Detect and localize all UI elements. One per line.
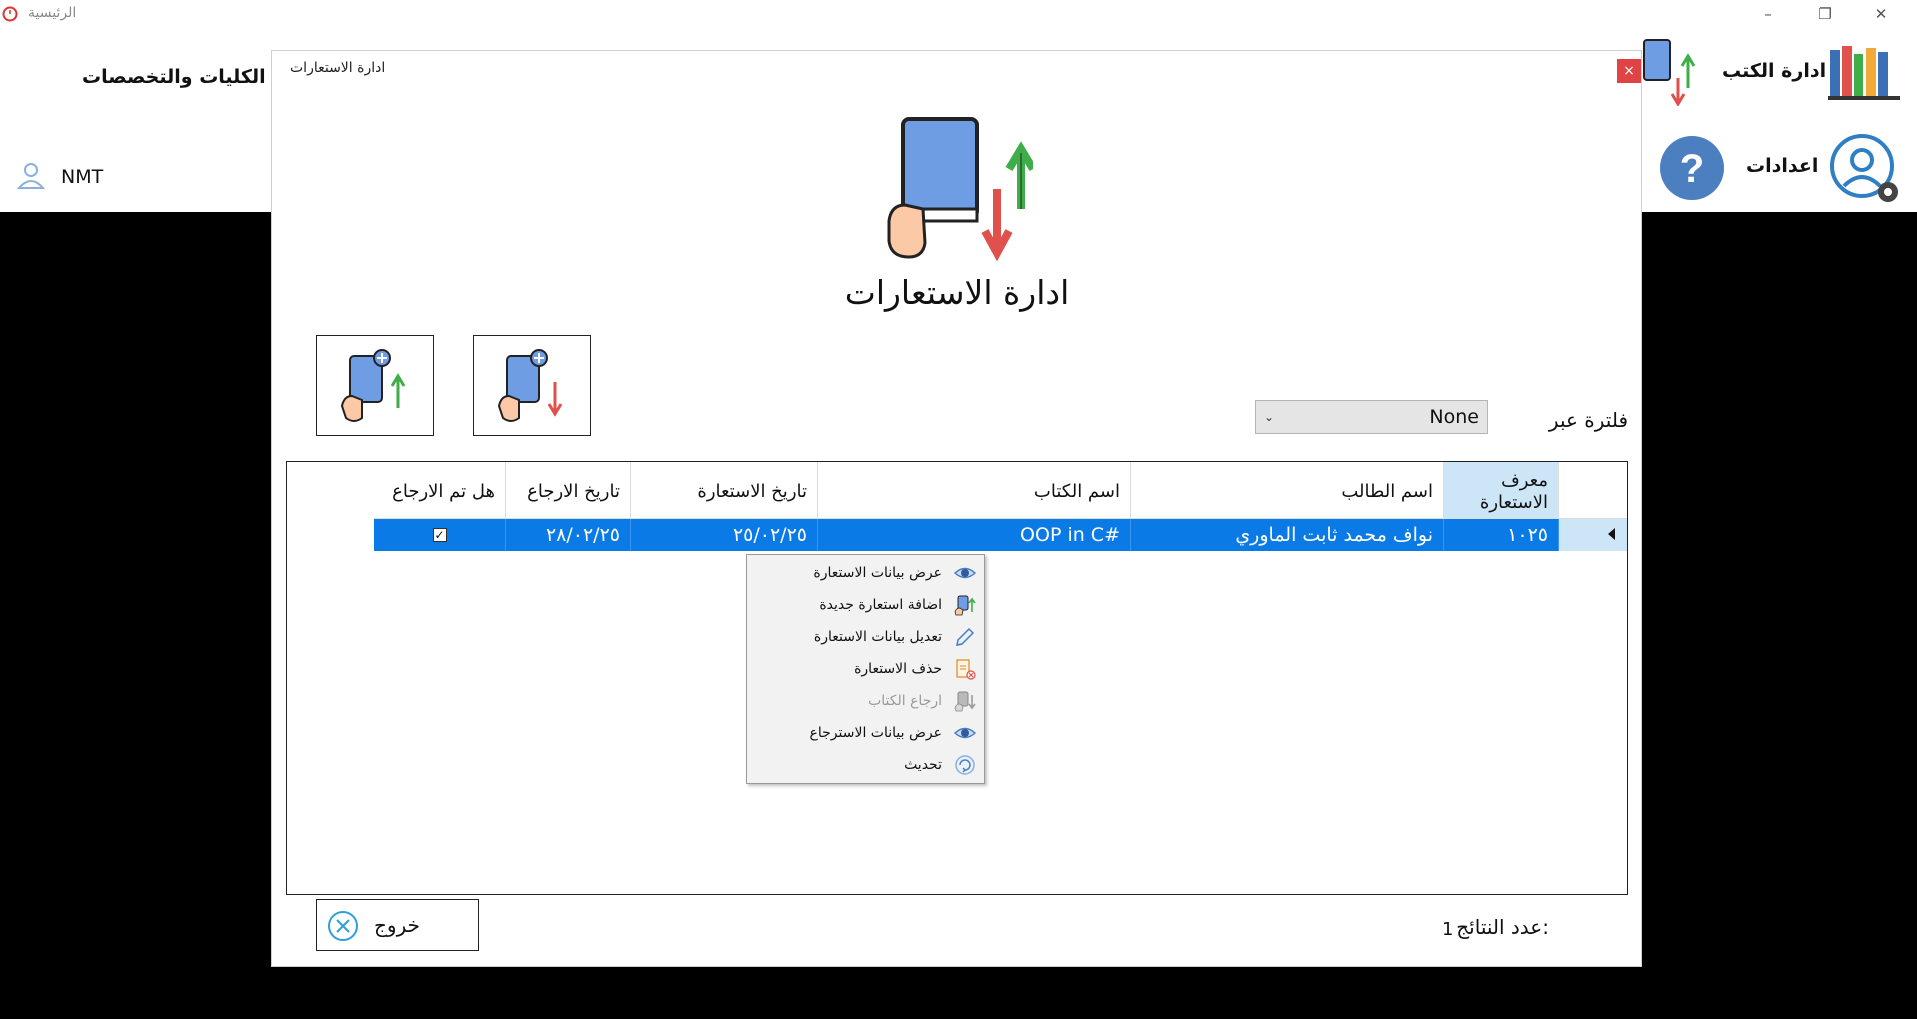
column-header-return-date[interactable]: تاريخ الارجاع	[506, 462, 631, 518]
menu-label: تحديث	[904, 757, 942, 773]
menu-view-borrowing[interactable]: عرض بيانات الاستعارة	[747, 557, 984, 589]
chevron-down-icon: ⌄	[1264, 410, 1275, 424]
column-header-id[interactable]: معرف الاستعارة	[1444, 462, 1559, 518]
cell-book-text: OOP in C#	[1020, 524, 1120, 546]
borrowings-hero-icon	[887, 117, 1033, 262]
svg-text:?: ?	[1680, 147, 1704, 191]
restore-button[interactable]: ❐	[1801, 0, 1849, 28]
cell-student[interactable]: نواف محمد ثابت الماوري	[1131, 519, 1444, 551]
settings-user-icon[interactable]	[1828, 132, 1904, 208]
menu-label: عرض بيانات الاسترجاع	[809, 725, 942, 741]
menu-label: ارجاع الكتاب	[868, 693, 942, 709]
menu-label: اضافة استعارة جديدة	[819, 597, 942, 613]
menu-edit-borrowing[interactable]: تعديل بيانات الاستعارة	[747, 621, 984, 653]
colleges-management-label[interactable]: رة الكليات والتخصصات	[82, 66, 294, 88]
column-header-returned[interactable]: هل تم الارجاع	[374, 462, 506, 518]
help-icon[interactable]: ?	[1658, 134, 1726, 202]
exit-button[interactable]: خروج	[316, 899, 479, 951]
return-book-icon	[497, 348, 563, 422]
settings-label[interactable]: اعدادات	[1746, 155, 1818, 177]
filter-dropdown[interactable]: ⌄ None	[1255, 400, 1488, 434]
eye-icon	[954, 722, 976, 744]
column-header-book[interactable]: اسم الكتاب	[818, 462, 1131, 518]
column-header-student[interactable]: اسم الطالب	[1131, 462, 1444, 518]
cell-id[interactable]: ١٠٢٥	[1444, 519, 1559, 551]
menu-refresh[interactable]: تحديث	[747, 749, 984, 781]
filter-label: فلترة عبر	[1548, 408, 1628, 432]
minimize-button[interactable]: –	[1744, 0, 1792, 28]
close-circle-icon	[328, 911, 358, 941]
results-count-value: 1	[1442, 919, 1454, 940]
results-count-label: عدد النتائج:	[1456, 915, 1549, 939]
window-title: الرئيسية	[28, 5, 77, 21]
cell-borrow-date[interactable]: ٢٥/٠٢/٢٥	[631, 519, 818, 551]
eye-icon	[954, 562, 976, 584]
cell-return-date[interactable]: ٢٨/٠٢/٢٥	[506, 519, 631, 551]
user-icon	[16, 163, 46, 189]
menu-delete-borrowing[interactable]: حذف الاستعارة	[747, 653, 984, 685]
row-header[interactable]	[1559, 519, 1627, 551]
cell-book[interactable]: OOP in C#	[818, 519, 1131, 551]
exit-label: خروج	[374, 913, 420, 937]
row-context-menu: عرض بيانات الاستعارة اضافة استعارة جديدة…	[746, 554, 985, 784]
close-window-button[interactable]: ✕	[1857, 0, 1905, 28]
menu-label: تعديل بيانات الاستعارة	[813, 629, 942, 645]
menu-label: حذف الاستعارة	[854, 661, 942, 677]
filter-selected-value: None	[1429, 406, 1479, 428]
cell-returned[interactable]: ✓	[374, 519, 506, 551]
borrow-book-icon	[340, 348, 406, 422]
dialog-close-button[interactable]: ×	[1617, 59, 1641, 83]
return-book-button[interactable]	[473, 335, 591, 436]
dialog-heading: ادارة الاستعارات	[844, 273, 1070, 312]
borrowings-dialog: ادارة الاستعارات × ادارة الاستعارات فلتر…	[271, 50, 1642, 967]
return-book-icon	[954, 690, 976, 712]
menu-return-book[interactable]: ارجاع الكتاب	[747, 685, 984, 717]
column-header-borrow-date[interactable]: تاريخ الاستعارة	[631, 462, 818, 518]
pencil-icon	[954, 626, 976, 648]
user-name: NMT	[61, 166, 104, 188]
app-clock-icon	[2, 6, 18, 22]
add-borrow-icon	[954, 594, 976, 616]
add-borrowing-button[interactable]	[316, 335, 434, 436]
current-row-arrow-icon	[1608, 528, 1615, 540]
menu-label: عرض بيانات الاستعارة	[813, 565, 942, 581]
delete-icon	[954, 658, 976, 680]
refresh-icon	[954, 754, 976, 776]
menu-view-return[interactable]: عرض بيانات الاسترجاع	[747, 717, 984, 749]
bookshelf-icon[interactable]	[1828, 44, 1900, 100]
books-management-label[interactable]: ادارة الكتب	[1722, 60, 1826, 82]
row-header-corner	[1559, 462, 1627, 518]
borrow-tile-icon[interactable]	[1640, 38, 1700, 106]
dialog-title: ادارة الاستعارات	[290, 60, 386, 76]
menu-add-borrowing[interactable]: اضافة استعارة جديدة	[747, 589, 984, 621]
returned-checkbox[interactable]: ✓	[432, 528, 447, 542]
